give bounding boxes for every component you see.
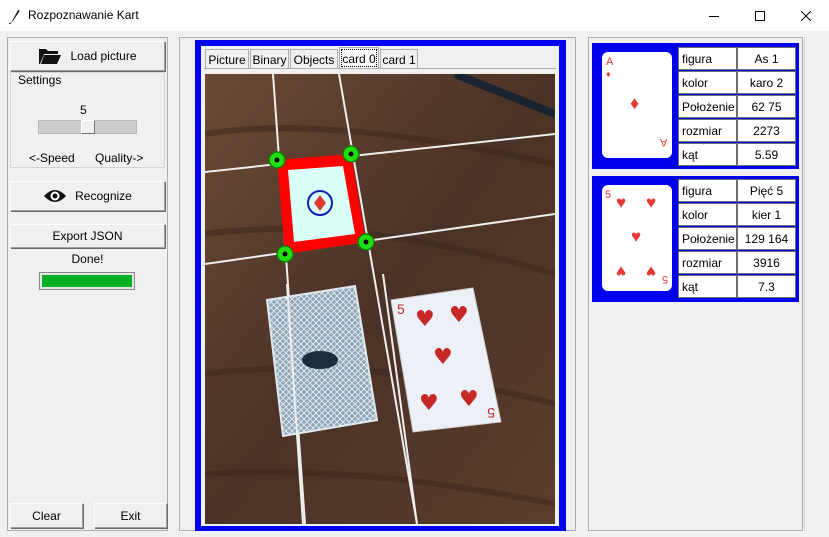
tab-picture[interactable]: Picture: [205, 49, 249, 69]
maximize-icon: [755, 10, 765, 21]
card-1-label-figura: figura: [678, 179, 737, 202]
export-json-label: Export JSON: [52, 229, 123, 243]
card-0-value-polozenie: 62 75: [737, 95, 796, 118]
maximize-button[interactable]: [737, 0, 783, 31]
progress-bar: [39, 272, 135, 290]
minimize-icon: [709, 15, 719, 17]
svg-text:♥: ♥: [433, 345, 453, 370]
card-1-label-kolor: kolor: [678, 203, 737, 226]
heart-icon: ♥: [646, 193, 657, 212]
card-1-value-rozmiar: 3916: [737, 251, 796, 274]
svg-text:♥: ♥: [419, 391, 439, 416]
card-0-thumbnail: A ♦ ♦ A: [602, 52, 672, 158]
card-0-rank-top: A: [606, 56, 614, 68]
window-title: Rozpoznawanie Kart: [28, 8, 139, 22]
minimize-button[interactable]: [691, 0, 737, 31]
card-1-value-polozenie: 129 164: [737, 227, 796, 250]
card-0-label-kolor: kolor: [678, 71, 737, 94]
diamond-small-icon: ♦: [606, 69, 611, 79]
window-edge: [804, 37, 805, 531]
svg-text:♥: ♥: [459, 387, 479, 412]
heart-icon: ♥: [631, 227, 642, 246]
heart-icon: ♥: [616, 193, 627, 212]
tab-picture-label: Picture: [208, 52, 246, 67]
tab-objects[interactable]: Objects: [290, 49, 338, 69]
tab-binary-label: Binary: [252, 52, 287, 67]
recognize-button[interactable]: Recognize: [10, 181, 165, 211]
card-0-value-kolor: karo 2: [737, 71, 796, 94]
settings-label: Settings: [17, 73, 63, 87]
card-1-label-kat: kąt: [678, 275, 737, 298]
export-json-button[interactable]: Export JSON: [10, 224, 165, 248]
card-0-label-rozmiar: rozmiar: [678, 119, 737, 142]
title-bar: Rozpoznawanie Kart: [0, 0, 829, 31]
quality-slider[interactable]: [38, 120, 137, 134]
slider-thumb[interactable]: [80, 120, 95, 134]
card-0-value-kat: 5.59: [737, 143, 796, 166]
svg-text:♥: ♥: [415, 307, 435, 332]
tab-objects-label: Objects: [293, 52, 335, 67]
card-1-value-kolor: kier 1: [737, 203, 796, 226]
tab-card-0[interactable]: card 0: [339, 47, 379, 69]
card-0-value-figura: As 1: [737, 47, 796, 70]
card-1-rank-top: 5: [605, 189, 612, 201]
card-1-rank-bottom: 5: [662, 273, 669, 285]
detection-photo: 5 ♥ ♥♥ ♥ ♥ 5: [205, 74, 555, 524]
close-button[interactable]: [783, 0, 829, 31]
status-text: Done!: [71, 252, 104, 266]
exit-label: Exit: [120, 508, 141, 523]
svg-text:5: 5: [397, 301, 405, 317]
speed-label: <-Speed: [29, 151, 75, 165]
folder-open-icon: [39, 49, 62, 64]
close-icon: [801, 10, 811, 21]
card-0-label-polozenie: Położenie: [678, 95, 737, 118]
diamond-suit-icon: ♦: [630, 93, 640, 113]
card-0-label-figura: figura: [678, 47, 737, 70]
svg-text:5: 5: [487, 405, 495, 421]
load-picture-label: Load picture: [70, 49, 137, 63]
card-1-thumbnail: 5 ♥ ♥ ♥ ♥ ♥ 5: [602, 185, 672, 291]
card-1-label-polozenie: Położenie: [678, 227, 737, 250]
card-1-value-figura: Pięć 5: [737, 179, 796, 202]
svg-text:♥: ♥: [449, 303, 469, 328]
tab-card-1-label: card 1: [382, 52, 416, 67]
quality-label: Quality->: [95, 151, 144, 165]
card-1-label-rozmiar: rozmiar: [678, 251, 737, 274]
tab-binary[interactable]: Binary: [250, 49, 289, 69]
card-1-value-kat: 7.3: [737, 275, 796, 298]
clear-label: Clear: [32, 508, 61, 523]
clear-button[interactable]: Clear: [10, 503, 83, 528]
tab-divider: [204, 68, 556, 69]
load-picture-button[interactable]: Load picture: [10, 41, 165, 71]
recognize-label: Recognize: [75, 189, 132, 203]
exit-button[interactable]: Exit: [94, 503, 167, 528]
card-0-value-rozmiar: 2273: [737, 119, 796, 142]
slider-value: 5: [80, 103, 87, 117]
heart-icon: ♥: [616, 262, 627, 281]
tab-card-1[interactable]: card 1: [380, 49, 418, 69]
heart-icon: ♥: [646, 262, 657, 281]
feather-icon: [8, 9, 20, 24]
progress-fill: [42, 275, 132, 287]
table-surface: [205, 74, 555, 524]
card-0-rank-bottom: A: [660, 136, 668, 148]
tab-card-0-label: card 0: [342, 51, 376, 66]
card-0-label-kat: kąt: [678, 143, 737, 166]
eye-icon: [44, 190, 67, 202]
